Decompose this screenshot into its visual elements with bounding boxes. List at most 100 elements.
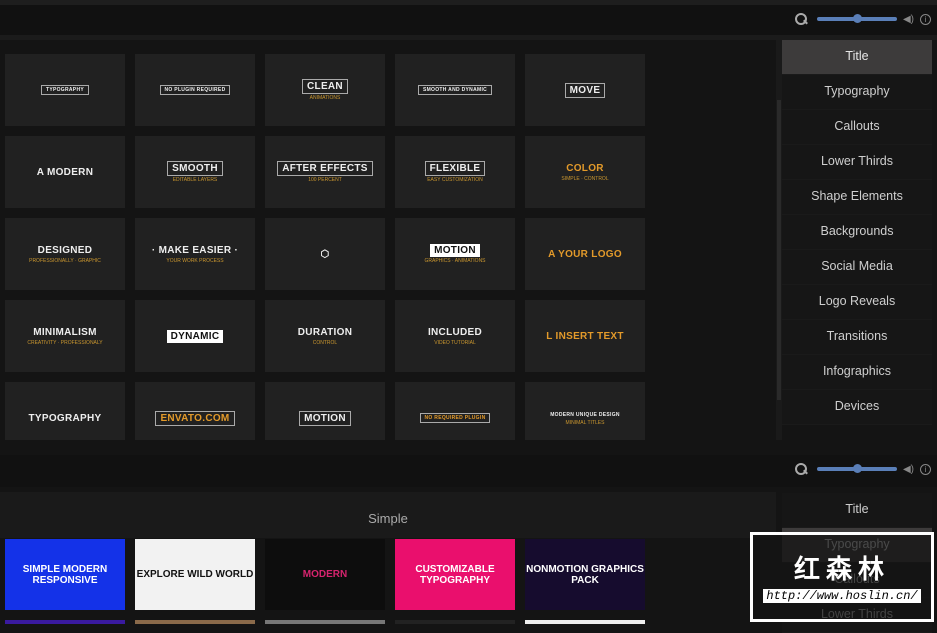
preset-thumbnail[interactable]: MODERN UNIQUE DESIGN MINIMAL TITLES (525, 382, 645, 440)
thumbnail-title: A YOUR LOGO (548, 248, 622, 260)
thumbnail-subtitle: EASY CUSTOMIZATION (427, 177, 483, 183)
thumbnail-title: NO PLUGIN REQUIRED (159, 85, 231, 95)
category-lower-thirds[interactable]: Lower Thirds (782, 145, 932, 180)
thumbnail-title: FLEXIBLE (424, 161, 486, 176)
watermark: 红森林 http://www.hoslin.cn/ (750, 532, 934, 622)
simple-thumbnail[interactable] (395, 620, 515, 624)
thumbnail-title: · MAKE EASIER · (151, 245, 239, 256)
thumbnail-title: DYNAMIC (166, 329, 224, 343)
preset-grid: TYPOGRAPHY NO PLUGIN REQUIRED CLEAN ANIMATI… (0, 40, 776, 440)
category-callouts[interactable]: Callouts (782, 110, 932, 145)
preset-thumbnail[interactable]: CLEAN ANIMATIONS (265, 54, 385, 126)
bottom-toolbar: ◀) i (0, 455, 937, 487)
simple-thumbnail[interactable]: NONMOTION GRAPHICS PACK (525, 539, 645, 610)
thumbnail-size-slider[interactable] (816, 464, 897, 473)
preset-thumbnail[interactable]: MOTION GRAPHICS · ANIMATIONS (395, 218, 515, 290)
thumbnail-title: CLEAN (302, 79, 348, 94)
thumbnail-subtitle: MINIMAL TITLES (565, 419, 605, 426)
watermark-url: http://www.hoslin.cn/ (763, 589, 921, 603)
thumbnail-title: A MODERN (36, 166, 94, 178)
preset-thumbnail[interactable]: DURATION CONTROL (265, 300, 385, 372)
preset-thumbnail[interactable]: FLEXIBLE EASY CUSTOMIZATION (395, 136, 515, 208)
thumbnail-subtitle: CONTROL (312, 340, 338, 346)
thumbnail-title: ENVATO.COM (155, 410, 235, 426)
thumbnail-title: L INSERT TEXT (546, 330, 624, 342)
thumbnail-title: ⬡ (320, 248, 330, 260)
thumbnail-title: SMOOTH AND DYNAMIC (417, 85, 493, 95)
preset-thumbnail[interactable]: COLOR SIMPLE · CONTROL (525, 136, 645, 208)
category-infographics[interactable]: Infographics (782, 355, 932, 390)
thumbnail-title: DESIGNED (37, 245, 93, 256)
slider-knob[interactable] (852, 14, 862, 23)
category-typography[interactable]: Typography (782, 75, 932, 110)
preset-thumbnail[interactable]: · MAKE EASIER · YOUR WORK PROCESS (135, 218, 255, 290)
simple-thumbnail[interactable] (135, 620, 255, 624)
category-backgrounds[interactable]: Backgrounds (782, 215, 932, 250)
preset-thumbnail[interactable]: SMOOTH AND DYNAMIC (395, 54, 515, 126)
preset-thumbnail[interactable]: DESIGNED PROFESSIONALLY · GRAPHIC (5, 218, 125, 290)
preset-thumbnail[interactable]: AFTER EFFECTS 100 PERCENT (265, 136, 385, 208)
thumbnail-title: MOTION (430, 244, 480, 257)
preset-thumbnail[interactable]: A YOUR LOGO (525, 218, 645, 290)
section-title: Simple (0, 492, 776, 538)
category-title[interactable]: Title (782, 40, 932, 75)
preset-thumbnail[interactable]: A MODERN (5, 136, 125, 208)
preset-thumbnail[interactable]: NO PLUGIN REQUIRED (135, 54, 255, 126)
preset-thumbnail[interactable]: ENVATO.COM (135, 382, 255, 440)
preset-thumbnail[interactable]: MINIMALISM CREATIVITY · PROFESSIONALY (5, 300, 125, 372)
thumbnail-title: SMOOTH (167, 161, 223, 176)
simple-thumbnail[interactable]: MODERN (265, 539, 385, 610)
simple-thumbnail[interactable] (265, 620, 385, 624)
thumbnail-subtitle: CREATIVITY · PROFESSIONALY (27, 340, 103, 346)
thumbnail-subtitle: VIDEO TUTORIAL (434, 340, 476, 346)
scrollbar-thumb[interactable] (777, 100, 781, 400)
simple-thumbnail[interactable] (525, 620, 645, 624)
preset-thumbnail[interactable]: SMOOTH EDITABLE LAYERS (135, 136, 255, 208)
info-icon[interactable]: i (920, 13, 931, 25)
preset-thumbnail[interactable]: INCLUDED VIDEO TUTORIAL (395, 300, 515, 372)
simple-thumbnail[interactable]: CUSTOMIZABLE TYPOGRAPHY (395, 539, 515, 610)
watermark-text: 红森林 (793, 554, 890, 584)
preset-thumbnail[interactable]: TYPOGRAPHY (5, 54, 125, 126)
thumbnail-title: MOTION (299, 410, 351, 426)
category-devices[interactable]: Devices (782, 390, 932, 425)
preset-thumbnail[interactable]: ⬡ (265, 218, 385, 290)
category-shape-elements[interactable]: Shape Elements (782, 180, 932, 215)
slider-knob[interactable] (852, 464, 862, 473)
category-social-media[interactable]: Social Media (782, 250, 932, 285)
simple-thumbnail[interactable] (5, 620, 125, 624)
thumbnail-title: AFTER EFFECTS (277, 161, 373, 176)
category-title[interactable]: Title (782, 493, 932, 528)
thumbnail-subtitle: 100 PERCENT (308, 177, 342, 183)
thumbnail-title: NO REQUIRED PLUGIN (419, 413, 491, 423)
thumbnail-title: INCLUDED (427, 327, 483, 338)
thumbnail-title: COLOR (566, 163, 604, 174)
preset-thumbnail[interactable]: NO REQUIRED PLUGIN (395, 382, 515, 440)
thumbnail-title: MOVE (564, 82, 606, 98)
thumbnail-title: TYPOGRAPHY (28, 412, 102, 424)
preset-thumbnail[interactable]: DYNAMIC (135, 300, 255, 372)
preset-thumbnail[interactable]: L INSERT TEXT (525, 300, 645, 372)
thumbnail-subtitle: GRAPHICS · ANIMATIONS (424, 258, 486, 264)
search-icon[interactable] (794, 13, 807, 25)
thumbnail-subtitle: EDITABLE LAYERS (172, 177, 218, 183)
thumbnail-subtitle: SIMPLE · CONTROL (561, 176, 609, 182)
preset-thumbnail[interactable]: MOVE (525, 54, 645, 126)
thumbnail-title: TYPOGRAPHY (40, 85, 89, 95)
thumbnail-subtitle: YOUR WORK PROCESS (166, 258, 224, 264)
thumbnail-title: MODERN UNIQUE DESIGN (550, 411, 620, 418)
preset-thumbnail[interactable]: MOTION (265, 382, 385, 440)
preset-thumbnail[interactable]: TYPOGRAPHY (5, 382, 125, 440)
info-icon[interactable]: i (920, 463, 931, 475)
category-transitions[interactable]: Transitions (782, 320, 932, 355)
category-sidebar: Title Typography Callouts Lower Thirds Shape… (782, 40, 932, 425)
volume-icon[interactable]: ◀) (903, 464, 914, 475)
simple-thumbnail[interactable]: EXPLORE WILD WORLD (135, 539, 255, 610)
volume-icon[interactable]: ◀) (903, 14, 914, 25)
thumbnail-subtitle: ANIMATIONS (309, 95, 341, 101)
category-logo-reveals[interactable]: Logo Reveals (782, 285, 932, 320)
thumbnail-size-slider[interactable] (816, 14, 897, 23)
search-icon[interactable] (794, 463, 807, 475)
thumbnail-title: MINIMALISM (33, 327, 97, 338)
simple-thumbnail[interactable]: SIMPLE MODERN RESPONSIVE (5, 539, 125, 610)
